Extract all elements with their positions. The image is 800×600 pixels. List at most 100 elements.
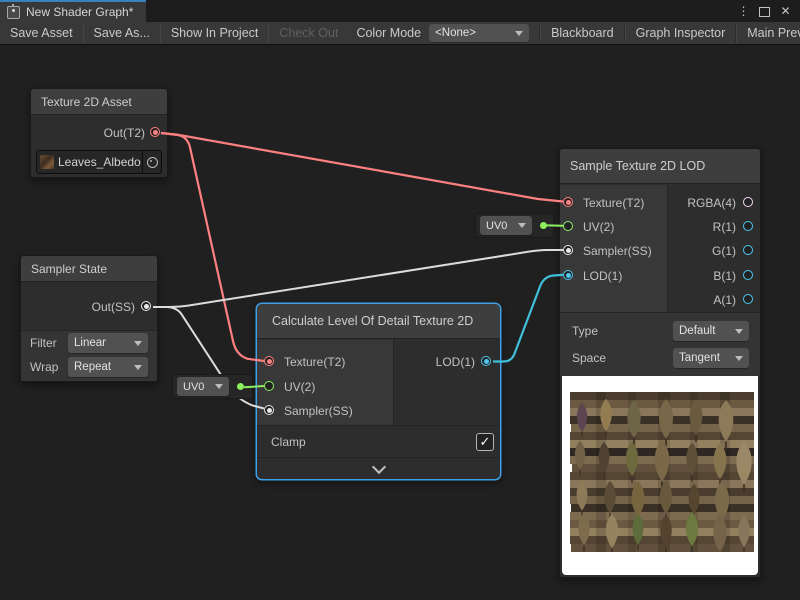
color-mode-label: Color Mode <box>348 26 429 40</box>
tab-new-shader-graph[interactable]: New Shader Graph* <box>0 0 146 22</box>
input-label-lod: LOD(1) <box>583 269 622 283</box>
texture-object-field[interactable]: Leaves_Albedo <box>36 150 162 174</box>
wrap-value: Repeat <box>74 361 111 373</box>
input-port-lod[interactable] <box>563 270 573 280</box>
blackboard-toggle-button[interactable]: Blackboard <box>541 22 624 44</box>
space-dropdown[interactable]: Tangent <box>673 348 749 368</box>
output-port-b[interactable] <box>743 270 753 280</box>
output-port-lod[interactable] <box>481 356 491 366</box>
chevron-down-icon <box>735 329 743 334</box>
filter-value: Linear <box>74 337 106 349</box>
uv-channel-dropdown[interactable]: UV0 <box>177 377 229 396</box>
output-port-g[interactable] <box>743 245 753 255</box>
window-menu-icon[interactable]: ⋮ <box>733 0 754 22</box>
save-asset-button[interactable]: Save Asset <box>0 22 83 44</box>
maximize-icon[interactable] <box>754 0 775 22</box>
type-value: Default <box>679 325 715 337</box>
tab-title: New Shader Graph* <box>26 5 133 19</box>
node-title: Sampler State <box>21 256 157 282</box>
port-label-out-ss: Out(SS) <box>92 300 135 314</box>
main-preview-toggle-button[interactable]: Main Preview <box>737 22 800 44</box>
output-label-r: R(1) <box>713 220 736 234</box>
filter-label: Filter <box>30 336 57 350</box>
collapse-preview-button[interactable] <box>257 457 500 479</box>
shader-graph-toolbar: Save Asset Save As... Show In Project Ch… <box>0 22 800 45</box>
maximize-glyph <box>759 7 770 17</box>
node-title: Texture 2D Asset <box>31 89 167 115</box>
output-port-r[interactable] <box>743 221 753 231</box>
input-label-texture: Texture(T2) <box>583 196 644 210</box>
input-port-uv[interactable] <box>264 381 274 391</box>
wire-texture-to-sample[interactable] <box>161 133 563 202</box>
filter-dropdown[interactable]: Linear <box>68 333 148 353</box>
shader-graph-asset-icon <box>7 6 20 19</box>
output-port-out-t2[interactable] <box>150 127 160 137</box>
object-picker-button[interactable] <box>142 151 161 173</box>
object-picker-icon <box>147 157 158 168</box>
node-sampler-state[interactable]: Sampler State Out(SS) Filter Linear Wrap… <box>20 255 158 382</box>
type-dropdown[interactable]: Default <box>673 321 749 341</box>
wire-sampler-to-sample[interactable] <box>153 250 563 307</box>
input-port-uv[interactable] <box>563 221 573 231</box>
save-as-button[interactable]: Save As... <box>84 22 160 44</box>
node-sample-texture-2d-lod[interactable]: Sample Texture 2D LOD Texture(T2) UV(2) … <box>559 148 761 578</box>
input-label-texture: Texture(T2) <box>284 355 345 369</box>
window-controls: ⋮ ✕ <box>733 0 800 22</box>
color-mode-value: <None> <box>435 27 476 39</box>
wrap-dropdown[interactable]: Repeat <box>68 357 148 377</box>
texture-name: Leaves_Albedo <box>58 155 141 169</box>
window-tab-bar: New Shader Graph* ⋮ ✕ <box>0 0 800 22</box>
clamp-checkbox[interactable]: ✓ <box>476 433 494 451</box>
node-preview-image <box>562 376 758 575</box>
sample-uv-default-widget: UV0 <box>475 213 554 238</box>
output-port-rgba[interactable] <box>743 197 753 207</box>
node-calculate-lod-texture-2d[interactable]: Calculate Level Of Detail Texture 2D Tex… <box>256 303 501 480</box>
output-port-a[interactable] <box>743 294 753 304</box>
input-port-sampler[interactable] <box>563 245 573 255</box>
input-label-sampler: Sampler(SS) <box>583 244 652 258</box>
chevron-down-icon <box>518 223 526 228</box>
output-label-g: G(1) <box>712 244 736 258</box>
node-title: Calculate Level Of Detail Texture 2D <box>257 304 500 339</box>
texture-thumbnail <box>40 155 54 169</box>
check-out-button: Check Out <box>269 22 348 44</box>
uv-connection-dot <box>540 222 547 229</box>
wire-texture-to-calculate[interactable] <box>161 133 264 361</box>
clamp-row: Clamp ✓ <box>257 425 500 458</box>
wrap-label: Wrap <box>30 360 58 374</box>
input-port-texture[interactable] <box>563 197 573 207</box>
space-label: Space <box>572 351 606 365</box>
chevron-down-icon <box>371 459 385 473</box>
input-label-sampler: Sampler(SS) <box>284 404 353 418</box>
chevron-down-icon <box>134 365 142 370</box>
uv-channel-value: UV0 <box>486 220 507 232</box>
port-label-out-t2: Out(T2) <box>104 126 145 140</box>
output-port-out-ss[interactable] <box>141 301 151 311</box>
input-label-uv: UV(2) <box>583 220 614 234</box>
wire-lod-to-sample[interactable] <box>493 275 563 362</box>
leaves-texture-image <box>570 392 754 552</box>
calculate-uv-default-widget: UV0 <box>172 374 253 399</box>
input-port-sampler[interactable] <box>264 405 274 415</box>
output-label-a: A(1) <box>713 293 736 307</box>
node-texture-2d-asset[interactable]: Texture 2D Asset Out(T2) Leaves_Albedo <box>30 88 168 178</box>
type-label: Type <box>572 324 598 338</box>
chevron-down-icon <box>134 341 142 346</box>
chevron-down-icon <box>515 31 523 36</box>
uv-channel-dropdown[interactable]: UV0 <box>480 216 532 235</box>
graph-inspector-toggle-button[interactable]: Graph Inspector <box>626 22 736 44</box>
chevron-down-icon <box>735 356 743 361</box>
space-value: Tangent <box>679 352 720 364</box>
input-label-uv: UV(2) <box>284 380 315 394</box>
show-in-project-button[interactable]: Show In Project <box>161 22 269 44</box>
close-icon[interactable]: ✕ <box>775 0 796 22</box>
color-mode-dropdown[interactable]: <None> <box>429 24 529 42</box>
uv-connection-dot <box>237 383 244 390</box>
node-title: Sample Texture 2D LOD <box>560 149 760 184</box>
clamp-label: Clamp <box>271 435 306 449</box>
chevron-down-icon <box>215 384 223 389</box>
uv-channel-value: UV0 <box>183 381 204 393</box>
input-port-texture[interactable] <box>264 356 274 366</box>
output-label-b: B(1) <box>713 269 736 283</box>
output-label-lod: LOD(1) <box>436 355 475 369</box>
